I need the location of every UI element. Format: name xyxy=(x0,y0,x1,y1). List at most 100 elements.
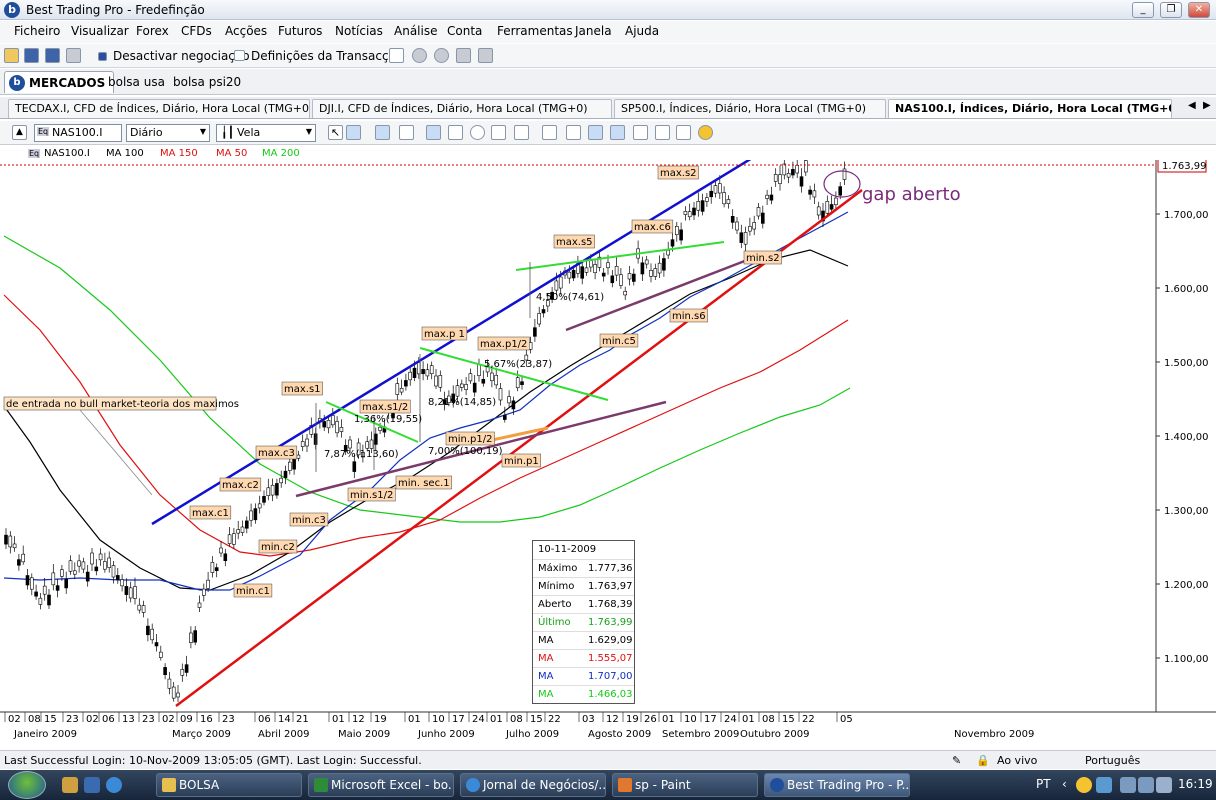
menu-ferramentas[interactable]: Ferramentas xyxy=(497,24,573,38)
chart-type-select[interactable]: ╽┃ Vela ▼ xyxy=(216,124,316,142)
candle-body xyxy=(322,421,327,428)
link-icon[interactable] xyxy=(655,125,670,140)
tab-tecdax[interactable]: TECDAX.I, CFD de Índices, Diário, Hora L… xyxy=(8,99,310,118)
taskbar-label: Jornal de Negócios/... xyxy=(483,778,606,792)
menu-noticias[interactable]: Notícias xyxy=(335,24,383,38)
ratio-icon[interactable] xyxy=(491,125,506,140)
price-tick-label: 1.400,00 xyxy=(1164,432,1209,443)
tray-sync-icon[interactable] xyxy=(1138,777,1154,793)
title-bar: b Best Trading Pro - Fredefinção _ ❐ ✕ xyxy=(0,0,1216,20)
taskbar-jornal[interactable]: Jornal de Negócios/... xyxy=(460,773,606,797)
info-row: Mínimo 1.763,97 xyxy=(533,577,634,595)
month-label: Outubro 2009 xyxy=(740,729,809,740)
day-label: 12 xyxy=(606,714,619,725)
tray-weather-icon[interactable] xyxy=(1076,777,1092,793)
eraser-icon[interactable] xyxy=(542,125,557,140)
open-folder-icon[interactable] xyxy=(4,48,19,63)
legend-ma200[interactable]: MA 200 xyxy=(262,148,300,159)
candle-body xyxy=(619,274,623,286)
legend-ma150[interactable]: MA 150 xyxy=(160,148,198,159)
check-icon[interactable] xyxy=(389,48,404,63)
indicator-icon[interactable] xyxy=(399,125,414,140)
input-language[interactable]: PT xyxy=(1036,777,1051,791)
candle-body xyxy=(627,273,632,280)
taskbar-excel[interactable]: Microsoft Excel - bo... xyxy=(308,773,454,797)
taskbar-best-trading[interactable]: Best Trading Pro - P... xyxy=(764,773,910,797)
tab-sp500[interactable]: SP500.I, Índices, Diário, Hora Local (TM… xyxy=(614,99,886,118)
desktop-icon[interactable] xyxy=(84,777,100,793)
bell-icon[interactable] xyxy=(698,125,713,140)
menu-accoes[interactable]: Acções xyxy=(225,24,267,38)
taskbar-label: Microsoft Excel - bo... xyxy=(331,778,454,792)
wave-label: min.s1/2 xyxy=(350,490,393,501)
info-value: 1.707,00 xyxy=(588,671,633,682)
fit-icon[interactable] xyxy=(588,125,603,140)
wave-label: max.s2 xyxy=(660,168,697,179)
menu-analise[interactable]: Análise xyxy=(394,24,437,38)
grid-icon[interactable] xyxy=(375,125,390,140)
settings-icon[interactable] xyxy=(676,125,691,140)
legend-ma50[interactable]: MA 50 xyxy=(216,148,247,159)
tray-expand-icon[interactable]: ‹ xyxy=(1062,777,1067,791)
crosshair-icon[interactable] xyxy=(346,125,361,140)
start-button[interactable] xyxy=(8,771,46,799)
candle-body xyxy=(373,433,378,445)
menu-conta[interactable]: Conta xyxy=(447,24,482,38)
candle-body xyxy=(683,211,688,215)
magnifier-icon[interactable] xyxy=(470,125,485,140)
delete-icon[interactable] xyxy=(478,48,493,63)
taskbar-paint[interactable]: sp - Paint xyxy=(612,773,758,797)
line-tool-icon[interactable] xyxy=(514,125,529,140)
legend-symbol[interactable]: NAS100.I xyxy=(44,148,90,159)
add-chart-icon[interactable] xyxy=(448,125,463,140)
menu-cfds[interactable]: CFDs xyxy=(181,24,212,38)
deactivate-trading-button[interactable]: Desactivar negociação xyxy=(113,49,250,63)
lock-icon[interactable]: 🔒 xyxy=(976,754,990,767)
edit-icon[interactable]: ✎ xyxy=(952,754,961,767)
candle-body xyxy=(395,383,400,395)
maximize-button[interactable]: ❐ xyxy=(1160,2,1182,18)
menu-visualizar[interactable]: Visualizar xyxy=(71,24,129,38)
scroll-icon[interactable] xyxy=(633,125,648,140)
menu-ajuda[interactable]: Ajuda xyxy=(625,24,659,38)
transaction-settings-button[interactable]: Definições da Transacção xyxy=(251,49,403,63)
save-icon[interactable] xyxy=(24,48,39,63)
candle-body xyxy=(197,602,202,608)
period-select[interactable]: Diário ▼ xyxy=(126,124,210,142)
cursor-icon[interactable]: ↖ xyxy=(328,125,343,140)
tab-bolsa-usa[interactable]: bolsa usa xyxy=(100,71,173,93)
menu-janela[interactable]: Janela xyxy=(575,24,612,38)
menu-futuros[interactable]: Futuros xyxy=(278,24,322,38)
clock[interactable]: 16:19 xyxy=(1178,777,1213,791)
menu-ficheiro[interactable]: Ficheiro xyxy=(14,24,60,38)
info-icon[interactable] xyxy=(426,125,441,140)
tab-mercados[interactable]: b MERCADOS xyxy=(4,71,115,93)
taskbar-bolsa[interactable]: BOLSA xyxy=(156,773,302,797)
legend-ma100[interactable]: MA 100 xyxy=(106,148,144,159)
tab-nas100[interactable]: NAS100.I, Índices, Diário, Hora Local (T… xyxy=(888,99,1172,118)
home-icon[interactable] xyxy=(456,48,471,63)
day-label: 08 xyxy=(762,714,775,725)
zoom-out-icon[interactable] xyxy=(434,48,449,63)
tab-scroll-right-icon[interactable]: ▶ xyxy=(1203,100,1211,111)
day-label: 01 xyxy=(408,714,421,725)
minimize-button[interactable]: _ xyxy=(1132,2,1154,18)
paint-icon[interactable] xyxy=(566,125,581,140)
candle-body xyxy=(623,291,628,296)
tab-bolsa-psi20[interactable]: bolsa psi20 xyxy=(165,71,249,93)
close-button[interactable]: ✕ xyxy=(1188,2,1210,18)
ie-icon[interactable] xyxy=(106,777,122,793)
save-all-icon[interactable] xyxy=(45,48,60,63)
zoom-in-icon[interactable] xyxy=(412,48,427,63)
menu-forex[interactable]: Forex xyxy=(136,24,169,38)
volume-icon[interactable] xyxy=(1156,777,1172,793)
symbol-input[interactable]: Eq NAS100.I xyxy=(34,124,122,142)
explorer-icon[interactable] xyxy=(62,777,78,793)
fibonacci-icon[interactable] xyxy=(610,125,625,140)
tray-icon[interactable] xyxy=(1120,777,1136,793)
tray-network-icon[interactable] xyxy=(1096,777,1112,793)
print-icon[interactable] xyxy=(66,48,81,63)
tab-dji[interactable]: DJI.I, CFD de Índices, Diário, Hora Loca… xyxy=(312,99,612,118)
collapse-arrow-icon[interactable]: ▲ xyxy=(12,125,27,140)
tab-scroll-left-icon[interactable]: ◀ xyxy=(1188,100,1196,111)
